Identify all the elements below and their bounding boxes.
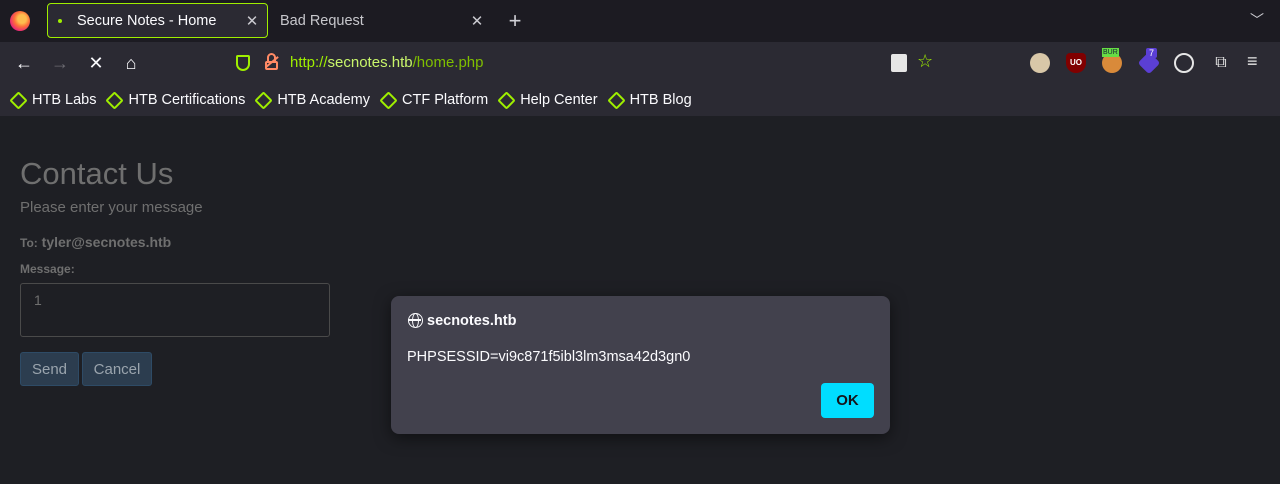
htb-cube-icon [254, 90, 274, 110]
navigation-toolbar: ← → ✕ ⌂ http://secnotes.htb/home.php ☆ U… [0, 42, 1280, 84]
url-host: secnotes.htb [327, 54, 413, 71]
cancel-button[interactable]: Cancel [82, 352, 152, 386]
bookmark-label: HTB Certifications [128, 92, 246, 108]
globe-icon [408, 313, 423, 328]
htb-cube-icon [497, 90, 516, 110]
url-text[interactable]: http://secnotes.htb/home.php [290, 54, 483, 71]
tab-bad-request[interactable]: Bad Request ✕ [268, 3, 492, 38]
hamburger-menu-icon[interactable]: ≡ [1247, 51, 1258, 72]
to-label: To: [20, 236, 38, 250]
bookmark-htb-certifications[interactable]: HTB Certifications [105, 90, 246, 110]
burp-proxy-extension-icon[interactable]: BUR [1102, 48, 1122, 73]
bookmark-help-center[interactable]: Help Center [497, 90, 598, 110]
list-all-tabs-chevron-icon[interactable]: ﹀ [1250, 10, 1264, 30]
htb-cube-icon [105, 90, 125, 110]
address-bar[interactable]: http://secnotes.htb/home.php ☆ [228, 48, 968, 78]
tab-title: Bad Request [280, 12, 364, 29]
message-textarea[interactable]: 1 [20, 283, 330, 337]
htb-cube-icon [606, 90, 626, 110]
dialog-site-title: secnotes.htb [427, 313, 517, 329]
recipient-line: To: tyler@secnotes.htb [20, 234, 171, 250]
new-tab-plus-icon[interactable]: + [504, 8, 526, 34]
tab-indicator-dot [58, 18, 62, 23]
tab-secure-notes-home[interactable]: Secure Notes - Home ✕ [47, 3, 268, 38]
tab-bar: Secure Notes - Home ✕ Bad Request ✕ + ﹀ [0, 0, 1280, 42]
bookmark-htb-academy[interactable]: HTB Academy [254, 90, 370, 110]
page-title: Contact Us [20, 156, 174, 191]
htb-cube-icon [9, 90, 28, 110]
stop-loading-icon[interactable]: ✕ [85, 52, 107, 74]
burp-badge: BUR [1102, 48, 1119, 57]
bookmark-label: HTB Labs [32, 92, 97, 108]
bookmark-htb-labs[interactable]: HTB Labs [9, 90, 97, 110]
message-label: Message: [20, 262, 75, 276]
bookmark-label: Help Center [520, 92, 598, 108]
ublock-origin-icon[interactable]: UO [1066, 53, 1086, 73]
bookmark-label: CTF Platform [402, 92, 489, 108]
bookmark-ctf-platform[interactable]: CTF Platform [379, 90, 489, 110]
dialog-message: PHPSESSID=vi9c871f5ibl3lm3msa42d3gn0 [407, 349, 691, 365]
ok-button[interactable]: OK [821, 383, 874, 418]
recipient-email: tyler@secnotes.htb [41, 234, 172, 250]
close-tab-icon[interactable]: ✕ [466, 12, 488, 30]
url-scheme: http:// [290, 54, 328, 71]
bookmark-label: HTB Blog [629, 92, 692, 108]
extensions-puzzle-icon[interactable]: ⧉ [1211, 53, 1231, 73]
forward-arrow-icon[interactable]: → [49, 52, 71, 74]
back-arrow-icon[interactable]: ← [13, 52, 35, 74]
url-path: /home.php [412, 54, 484, 71]
close-tab-icon[interactable]: ✕ [241, 12, 263, 30]
tracking-protection-shield-icon[interactable] [236, 55, 250, 71]
insecure-lock-icon[interactable] [265, 53, 279, 71]
page-action-icon[interactable] [891, 54, 907, 72]
alert-dialog: secnotes.htb PHPSESSID=vi9c871f5ibl3lm3m… [391, 296, 890, 434]
bookmark-label: HTB Academy [277, 92, 370, 108]
bookmark-htb-blog[interactable]: HTB Blog [606, 90, 692, 110]
tab-title: Secure Notes - Home [77, 12, 217, 29]
firefox-logo-icon[interactable] [10, 11, 30, 31]
bookmark-star-icon[interactable]: ☆ [917, 51, 933, 72]
htb-cube-icon [379, 90, 398, 110]
extension-cookie-monster-icon[interactable] [1030, 53, 1050, 73]
home-icon[interactable]: ⌂ [120, 52, 142, 74]
ublock-label: UO [1070, 58, 1082, 67]
cookie-editor-icon[interactable] [1174, 53, 1194, 73]
page-subtitle: Please enter your message [20, 199, 203, 216]
bookmarks-toolbar: HTB Labs HTB Certifications HTB Academy … [0, 84, 1280, 116]
send-button[interactable]: Send [20, 352, 79, 386]
extension-counter-badge: 7 [1146, 48, 1158, 58]
